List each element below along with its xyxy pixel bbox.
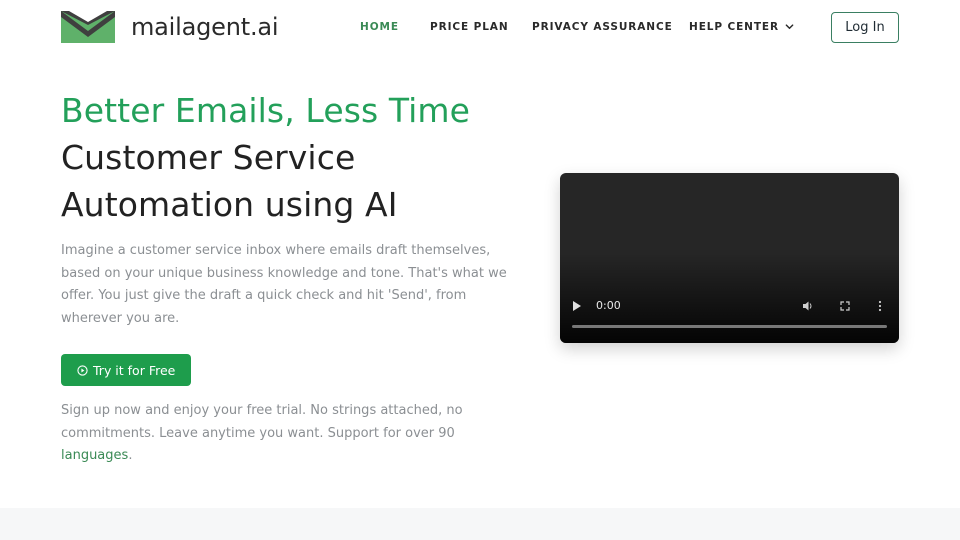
play-circle-icon bbox=[77, 364, 88, 376]
nav-help-center-label: HELP CENTER bbox=[689, 21, 779, 33]
signup-note-text: Sign up now and enjoy your free trial. N… bbox=[61, 403, 463, 441]
try-for-free-button[interactable]: Try it for Free bbox=[61, 354, 192, 386]
chevron-down-icon bbox=[785, 23, 794, 29]
nav-home[interactable]: HOME bbox=[360, 20, 399, 34]
nav-price-plan[interactable]: PRICE PLAN bbox=[430, 20, 509, 34]
brand-wordmark: mailagent.ai bbox=[131, 13, 279, 41]
video-controls-gradient bbox=[560, 253, 899, 343]
play-icon[interactable] bbox=[572, 300, 582, 312]
envelope-logo-icon bbox=[61, 11, 115, 43]
fullscreen-icon[interactable] bbox=[840, 301, 850, 311]
hero-title-line-3: Automation using AI bbox=[61, 185, 398, 224]
try-for-free-label: Try it for Free bbox=[93, 362, 176, 378]
login-button[interactable]: Log In bbox=[831, 12, 899, 43]
video-progress-track[interactable] bbox=[572, 325, 887, 328]
hero-section: Better Emails, Less Time Customer Servic… bbox=[61, 88, 531, 468]
video-time: 0:00 bbox=[596, 299, 621, 312]
hero-description: Imagine a customer service inbox where e… bbox=[61, 243, 507, 326]
video-player[interactable]: 0:00 bbox=[560, 173, 899, 343]
signup-note-end: . bbox=[128, 448, 133, 463]
hero-title-highlight: Better Emails, Less Time bbox=[61, 91, 471, 130]
signup-note: Sign up now and enjoy your free trial. N… bbox=[61, 400, 511, 468]
site-header: mailagent.ai HOME PRICE PLAN PRIVACY ASS… bbox=[0, 0, 960, 56]
brand-logo[interactable]: mailagent.ai bbox=[61, 11, 279, 43]
nav-help-center[interactable]: HELP CENTER bbox=[689, 20, 794, 34]
languages-link[interactable]: languages bbox=[61, 448, 128, 463]
next-section-band bbox=[0, 508, 960, 540]
more-options-icon[interactable] bbox=[878, 300, 882, 312]
nav-privacy-assurance[interactable]: PRIVACY ASSURANCE bbox=[532, 20, 673, 34]
hero-title-line-2: Customer Service bbox=[61, 138, 356, 177]
volume-icon[interactable] bbox=[802, 300, 814, 312]
